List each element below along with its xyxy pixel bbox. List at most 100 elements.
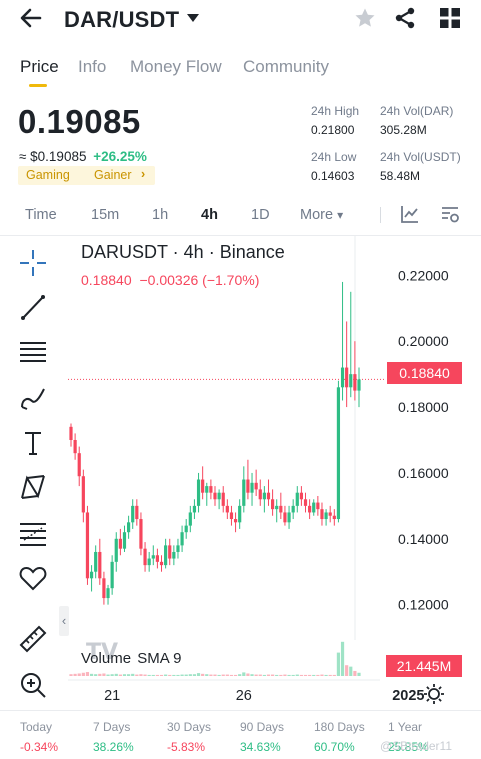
candle-body bbox=[127, 522, 131, 533]
candle-body bbox=[271, 499, 275, 510]
perf-label: 180 Days bbox=[314, 720, 365, 734]
volume-bar bbox=[221, 674, 225, 676]
volume-bar bbox=[254, 674, 258, 676]
volume-bar bbox=[135, 674, 139, 676]
candle-body bbox=[279, 505, 283, 513]
perf-label: 7 Days bbox=[93, 720, 131, 734]
volume-bar bbox=[328, 674, 332, 676]
candle-body bbox=[192, 505, 197, 513]
candle-body bbox=[81, 476, 85, 513]
perf-value: 38.26% bbox=[93, 740, 134, 754]
candle-body bbox=[114, 538, 118, 562]
candle-body bbox=[118, 538, 122, 549]
volume-bar bbox=[357, 672, 361, 676]
candle-body bbox=[332, 515, 336, 520]
candle-body bbox=[229, 512, 234, 520]
volume-bar bbox=[279, 674, 283, 676]
volume-bar bbox=[205, 674, 209, 676]
candle-body bbox=[201, 479, 205, 493]
candle-body bbox=[233, 519, 238, 523]
last-price-badge: 0.18840 bbox=[387, 362, 462, 384]
volume-bar bbox=[196, 673, 201, 676]
volume-bar bbox=[201, 673, 205, 676]
candle-body bbox=[266, 492, 271, 500]
volume-bar bbox=[250, 674, 254, 676]
candle-body bbox=[102, 578, 106, 599]
volume-bar bbox=[258, 674, 262, 676]
candlesticks bbox=[69, 281, 361, 605]
volume-bar bbox=[147, 674, 151, 676]
candle-body bbox=[205, 486, 209, 493]
candle-body bbox=[110, 561, 114, 589]
volume-bar bbox=[164, 674, 168, 676]
volume-bar bbox=[118, 674, 122, 676]
volume-bar bbox=[81, 672, 85, 676]
volume-indicator: SMA 9 bbox=[137, 650, 182, 667]
performance-divider bbox=[0, 710, 481, 711]
candle-body bbox=[155, 555, 159, 562]
volume-bar bbox=[131, 673, 135, 676]
volume-bar bbox=[316, 674, 320, 676]
candle-body bbox=[303, 499, 308, 506]
candle-body bbox=[69, 426, 73, 440]
volume-bar bbox=[238, 674, 242, 676]
volume-bar bbox=[324, 674, 328, 676]
perf-label: 90 Days bbox=[240, 720, 285, 734]
perf-label: 1 Year bbox=[388, 720, 423, 734]
y-tick-label: 0.16000 bbox=[398, 465, 449, 481]
volume-bar bbox=[271, 674, 275, 676]
volume-bar bbox=[303, 674, 308, 676]
volume-bar bbox=[155, 674, 159, 676]
perf-value: 60.70% bbox=[314, 740, 355, 754]
candle-body bbox=[85, 512, 90, 579]
volume-bar bbox=[168, 674, 172, 676]
volume-bar bbox=[283, 674, 287, 676]
perf-value: -5.83% bbox=[167, 740, 206, 754]
candle-body bbox=[242, 479, 246, 506]
volume-bar bbox=[349, 666, 353, 676]
perf-label: 30 Days bbox=[167, 720, 212, 734]
candle-body bbox=[254, 482, 258, 490]
volume-bar bbox=[229, 674, 234, 676]
candle-body bbox=[357, 379, 361, 391]
candle-body bbox=[168, 545, 172, 559]
y-tick-label: 0.20000 bbox=[398, 333, 449, 349]
y-tick-label: 0.12000 bbox=[398, 597, 449, 613]
candle-body bbox=[89, 571, 94, 579]
last-price-badge-value: 0.18840 bbox=[399, 365, 450, 381]
chart-settings-sun[interactable] bbox=[423, 683, 445, 705]
volume-bar bbox=[69, 674, 73, 676]
candle-body bbox=[147, 558, 151, 566]
candle-body bbox=[320, 509, 324, 520]
candle-body bbox=[246, 479, 250, 493]
candle-body bbox=[159, 561, 164, 566]
candle-body bbox=[176, 545, 180, 552]
chart-last-change: −0.00326 (−1.70%) bbox=[139, 272, 260, 288]
candle-body bbox=[217, 492, 221, 500]
volume-bar bbox=[85, 672, 90, 676]
candle-body bbox=[135, 505, 139, 520]
watermark: @SBtrader11 bbox=[380, 739, 452, 753]
volume-bar bbox=[287, 674, 291, 676]
candle-body bbox=[345, 367, 349, 388]
candle-body bbox=[184, 525, 188, 533]
volume-bar bbox=[217, 674, 221, 676]
candle-body bbox=[213, 492, 217, 500]
candle-body bbox=[250, 482, 254, 493]
volume-bar bbox=[180, 674, 184, 676]
candle-body bbox=[73, 440, 77, 454]
volume-bar bbox=[151, 674, 155, 676]
candle-body bbox=[299, 492, 303, 500]
volume-bar bbox=[122, 674, 127, 676]
volume-bar bbox=[262, 674, 266, 676]
candle-body bbox=[196, 479, 201, 506]
volume-bar bbox=[159, 674, 164, 676]
volume-title: Volume bbox=[81, 650, 132, 667]
candle-body bbox=[312, 502, 316, 513]
volume-bar bbox=[106, 674, 110, 676]
volume-bar bbox=[308, 674, 312, 676]
candle-body bbox=[353, 374, 357, 391]
watermark-text: @SBtrader11 bbox=[380, 739, 452, 753]
x-tick-label: 26 bbox=[236, 688, 252, 704]
chart-title: DARUSDT · 4h · Binance bbox=[81, 242, 285, 262]
